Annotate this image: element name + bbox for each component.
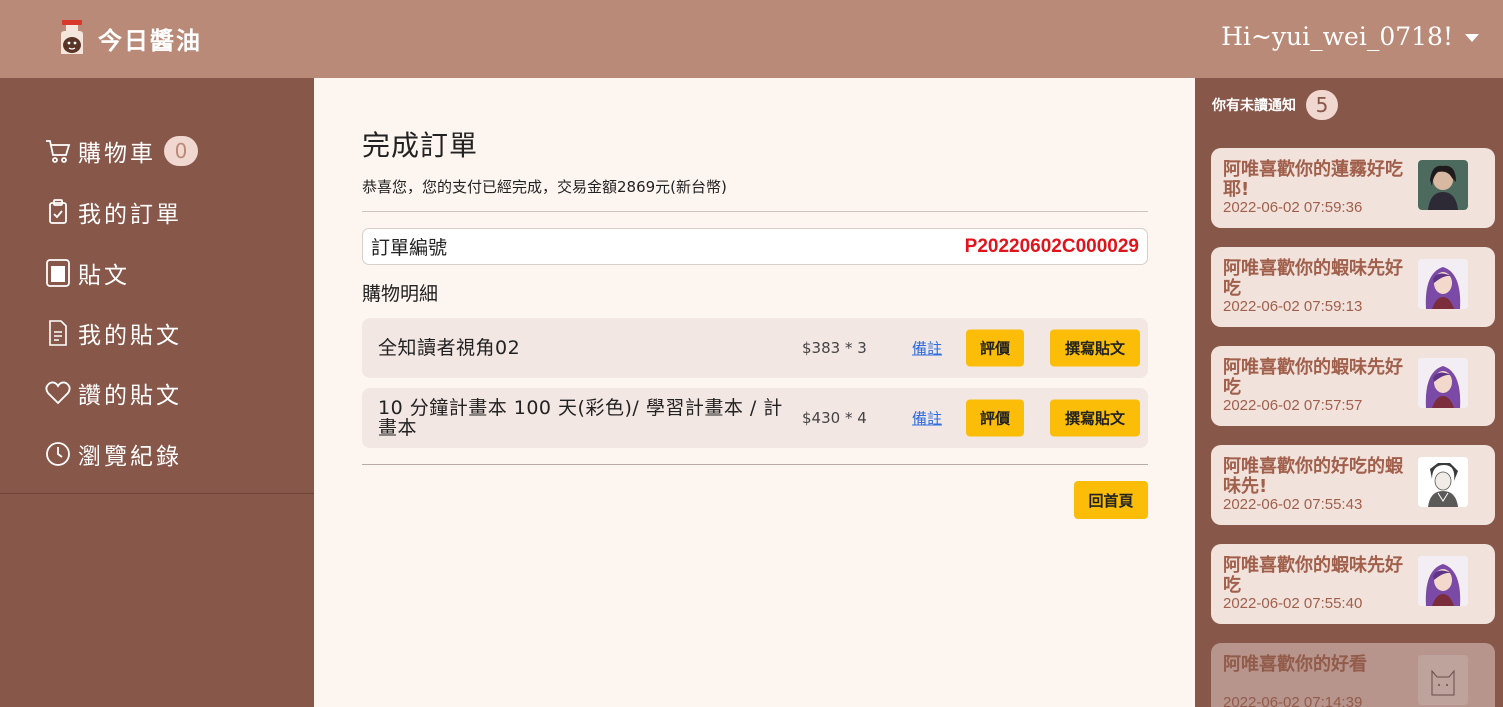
- notification-text: 阿唯喜歡你的蝦味先好吃: [1223, 258, 1403, 299]
- write-post-button[interactable]: 撰寫貼文: [1050, 329, 1140, 367]
- cart-count-badge: 0: [164, 136, 198, 166]
- list-item: 10 分鐘計畫本 100 天(彩色)/ 學習計畫本 / 計畫本 $430 * 4…: [362, 388, 1148, 448]
- order-complete-content: 完成訂單 恭喜您，您的支付已經完成，交易金額2869元(新台幣) 訂單編號 P2…: [362, 124, 1148, 519]
- note-link[interactable]: 備註: [912, 408, 942, 429]
- order-number-value: P20220602C000029: [964, 235, 1139, 257]
- sidebar-item-label: 貼文: [78, 263, 130, 289]
- order-number-label: 訂單編號: [371, 237, 448, 259]
- sidebar-item-label: 我的貼文: [78, 323, 182, 349]
- notification-card[interactable]: 阿唯喜歡你的好吃的蝦味先! 2022-06-02 07:55:43: [1211, 445, 1495, 525]
- notification-card[interactable]: 阿唯喜歡你的蝦味先好吃 2022-06-02 07:59:13: [1211, 247, 1495, 327]
- cat-doodle-avatar: [1418, 655, 1468, 705]
- notification-panel: 你有未讀通知 5 阿唯喜歡你的蓮霧好吃耶! 2022-06-02 07:59:3…: [1195, 78, 1503, 707]
- purchase-details-heading: 購物明細: [362, 283, 439, 305]
- cart-icon: [44, 137, 72, 165]
- notification-card[interactable]: 阿唯喜歡你的蓮霧好吃耶! 2022-06-02 07:59:36: [1211, 148, 1495, 228]
- notification-title: 你有未讀通知: [1212, 98, 1296, 114]
- notification-card[interactable]: 阿唯喜歡你的蝦味先好吃 2022-06-02 07:55:40: [1211, 544, 1495, 624]
- sidebar-item-label: 讚的貼文: [78, 383, 182, 409]
- document-icon: [44, 319, 72, 347]
- user-menu[interactable]: Hi~yui_wei_0718!: [1221, 22, 1479, 51]
- sidebar-item-label: 我的訂單: [78, 202, 182, 228]
- notification-card[interactable]: 阿唯喜歡你的蝦味先好吃 2022-06-02 07:57:57: [1211, 346, 1495, 426]
- top-header: 今日醬油 Hi~yui_wei_0718!: [0, 0, 1503, 78]
- back-home-button[interactable]: 回首頁: [1074, 481, 1148, 519]
- notification-text: 阿唯喜歡你的蓮霧好吃耶!: [1223, 159, 1403, 200]
- sidebar-item-history[interactable]: 瀏覽紀錄: [44, 437, 182, 471]
- heart-icon: [44, 379, 72, 407]
- notification-count-badge: 5: [1306, 90, 1338, 120]
- main-panel: 完成訂單 恭喜您，您的支付已經完成，交易金額2869元(新台幣) 訂單編號 P2…: [314, 78, 1195, 707]
- sidebar-item-label: 購物車: [78, 141, 156, 167]
- rate-button[interactable]: 評價: [966, 399, 1024, 437]
- clock-icon: [44, 440, 72, 468]
- write-post-button[interactable]: 撰寫貼文: [1050, 399, 1140, 437]
- rate-button[interactable]: 評價: [966, 329, 1024, 367]
- notification-time: 2022-06-02 07:59:13: [1223, 298, 1363, 315]
- payment-message: 恭喜您，您的支付已經完成，交易金額2869元(新台幣): [362, 178, 727, 196]
- sidebar: 購物車 0 我的訂單 貼文 我的貼文 讚的貼文 瀏覽紀錄: [0, 78, 314, 707]
- notification-card[interactable]: 阿唯喜歡你的好看 2022-06-02 07:14:39: [1211, 643, 1495, 707]
- notification-text: 阿唯喜歡你的蝦味先好吃: [1223, 555, 1403, 596]
- divider: [362, 464, 1148, 465]
- notification-text: 阿唯喜歡你的蝦味先好吃: [1223, 357, 1403, 398]
- app-logo[interactable]: 今日醬油: [58, 20, 202, 56]
- sidebar-item-label: 瀏覽紀錄: [78, 444, 182, 470]
- notification-text: 阿唯喜歡你的好吃的蝦味先!: [1223, 456, 1403, 497]
- note-link[interactable]: 備註: [912, 338, 942, 359]
- home-button-wrap: 回首頁: [362, 481, 1148, 519]
- notification-time: 2022-06-02 07:55:40: [1223, 595, 1363, 612]
- notification-header: 你有未讀通知 5: [1212, 90, 1338, 120]
- soy-sauce-bottle-icon: [58, 20, 86, 56]
- post-icon: [44, 259, 72, 287]
- product-price: $383 * 3: [802, 339, 867, 357]
- chevron-down-icon: [1465, 33, 1479, 42]
- product-price: $430 * 4: [802, 409, 867, 427]
- notification-time: 2022-06-02 07:55:43: [1223, 496, 1363, 513]
- sidebar-item-liked-posts[interactable]: 讚的貼文: [44, 376, 182, 410]
- sidebar-item-cart[interactable]: 購物車 0: [44, 134, 198, 168]
- sidebar-item-posts[interactable]: 貼文: [44, 256, 130, 290]
- list-item: 全知讀者視角02 $383 * 3 備註 評價 撰寫貼文: [362, 318, 1148, 378]
- notification-time: 2022-06-02 07:14:39: [1223, 694, 1363, 707]
- clipboard-icon: [44, 198, 72, 226]
- sketch-avatar: [1418, 457, 1468, 507]
- purple-hair-avatar: [1418, 556, 1468, 606]
- notification-time: 2022-06-02 07:57:57: [1223, 397, 1363, 414]
- notification-text: 阿唯喜歡你的好看: [1223, 654, 1367, 675]
- purple-hair-avatar: [1418, 259, 1468, 309]
- product-name: 全知讀者視角02: [378, 337, 521, 359]
- app-name: 今日醬油: [98, 26, 202, 55]
- user-greeting: Hi~yui_wei_0718!: [1221, 22, 1453, 51]
- dark-hair-avatar: [1418, 160, 1468, 210]
- divider: [362, 211, 1148, 212]
- product-name: 10 分鐘計畫本 100 天(彩色)/ 學習計畫本 / 計畫本: [378, 397, 783, 439]
- sidebar-nav: 購物車 0 我的訂單 貼文 我的貼文 讚的貼文 瀏覽紀錄: [0, 78, 314, 494]
- order-number-box: 訂單編號 P20220602C000029: [362, 228, 1148, 265]
- purple-hair-avatar: [1418, 358, 1468, 408]
- page-title: 完成訂單: [362, 129, 479, 162]
- notification-time: 2022-06-02 07:59:36: [1223, 199, 1363, 216]
- sidebar-item-my-orders[interactable]: 我的訂單: [44, 195, 182, 229]
- sidebar-item-my-posts[interactable]: 我的貼文: [44, 316, 182, 350]
